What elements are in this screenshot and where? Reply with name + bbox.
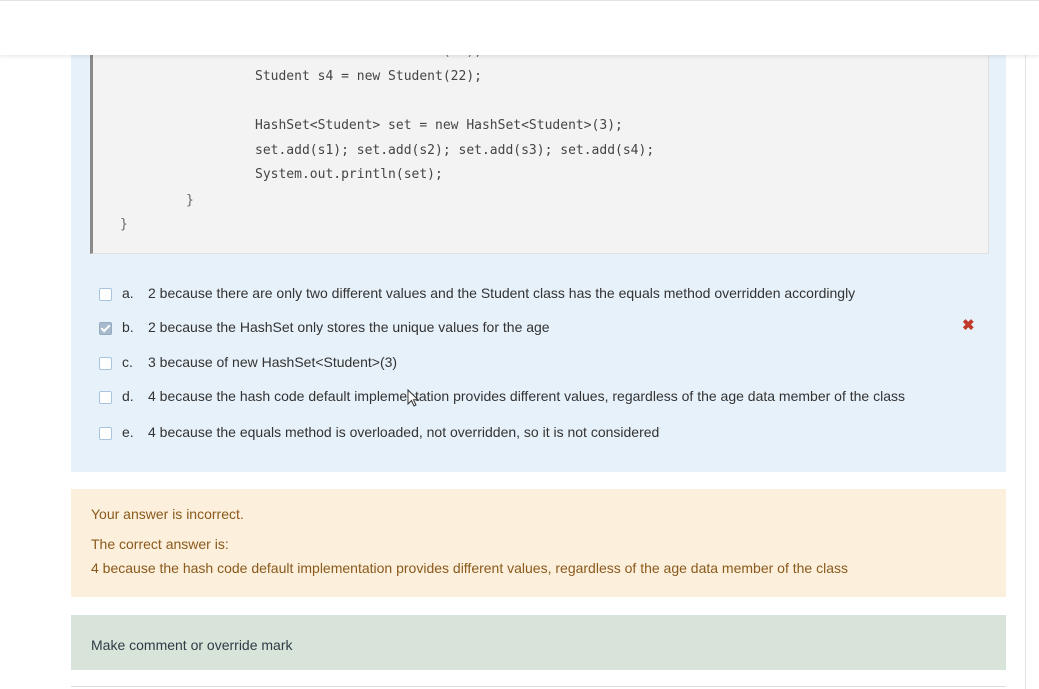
option-c-text: 3 because of new HashSet<Student>(3): [148, 354, 398, 370]
feedback-panel: Your answer is incorrect. The correct an…: [71, 489, 1006, 597]
code-line-add: set.add(s1); set.add(s2); set.add(s3); s…: [255, 143, 655, 158]
option-e-text: 4 because the equals method is overloade…: [148, 424, 660, 440]
code-block: Student s3 = new Student(22); Student s4…: [90, 50, 989, 254]
option-a-letter: a.: [122, 285, 134, 301]
answer-option-d[interactable]: d. 4 because the hash code default imple…: [99, 388, 999, 408]
answer-option-a[interactable]: a. 2 because there are only two differen…: [99, 285, 999, 305]
answer-option-b[interactable]: b. 2 because the HashSet only stores the…: [99, 319, 999, 339]
code-closing-brace-class: }: [120, 217, 128, 232]
incorrect-icon: ✖: [962, 317, 975, 334]
option-b-letter: b.: [122, 319, 134, 335]
option-a-checkbox[interactable]: [99, 288, 112, 301]
option-c-checkbox[interactable]: [99, 357, 112, 370]
option-e-checkbox[interactable]: [99, 427, 112, 440]
correct-answer-label: The correct answer is:: [91, 536, 229, 552]
option-a-text: 2 because there are only two different v…: [148, 285, 856, 301]
option-d-checkbox[interactable]: [99, 391, 112, 404]
code-line-hashset: HashSet<Student> set = new HashSet<Stude…: [255, 118, 623, 133]
option-b-checkbox[interactable]: [99, 322, 112, 335]
mouse-cursor-icon: [407, 389, 420, 407]
option-c-letter: c.: [122, 354, 133, 370]
bottom-divider: [71, 686, 1006, 687]
comment-panel: Make comment or override mark: [71, 615, 1006, 670]
top-bar: [0, 0, 1039, 55]
option-d-text: 4 because the hash code default implemen…: [148, 388, 905, 404]
feedback-result: Your answer is incorrect.: [91, 506, 244, 522]
right-divider: [1025, 54, 1026, 689]
code-line-println: System.out.println(set);: [255, 167, 443, 182]
answer-option-e[interactable]: e. 4 because the equals method is overlo…: [99, 424, 999, 444]
option-e-letter: e.: [122, 424, 134, 440]
option-b-text: 2 because the HashSet only stores the un…: [148, 319, 550, 335]
make-comment-link[interactable]: Make comment or override mark: [91, 637, 293, 653]
correct-answer-text: 4 because the hash code default implemen…: [91, 560, 848, 576]
answer-option-c[interactable]: c. 3 because of new HashSet<Student>(3): [99, 354, 999, 374]
option-d-letter: d.: [122, 388, 134, 404]
code-line-s4: Student s4 = new Student(22);: [255, 69, 482, 84]
code-closing-brace-method: }: [186, 193, 194, 208]
